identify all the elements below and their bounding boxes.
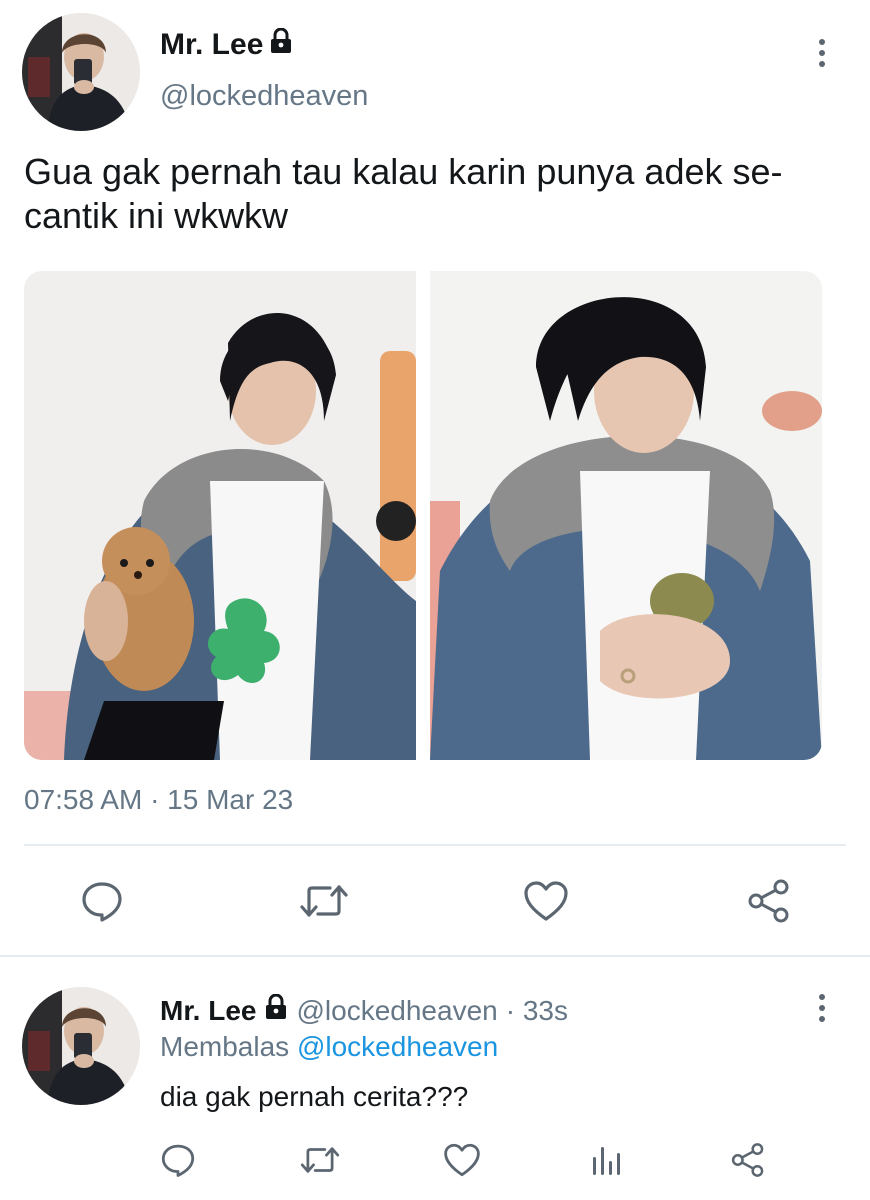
reply-header: Mr. Lee @lockedheaven · 33s — [160, 993, 568, 1027]
reply-icon — [82, 882, 122, 922]
tweet-timestamp[interactable]: 07:58 AM · 15 Mar 23 — [24, 784, 293, 816]
photo-man-holding-plush — [430, 271, 822, 760]
more-options-icon[interactable] — [816, 39, 828, 67]
reply-analytics-button[interactable] — [586, 1140, 626, 1180]
avatar-photo — [22, 13, 140, 131]
divider — [24, 844, 846, 846]
retweet-icon — [300, 1147, 340, 1173]
reply-author-avatar[interactable] — [22, 987, 140, 1105]
retweet-icon — [300, 885, 348, 917]
lock-icon — [264, 993, 288, 1027]
reply-share-button[interactable] — [728, 1140, 768, 1180]
tweet-photo-1[interactable] — [24, 271, 416, 760]
reply-author-name[interactable]: Mr. Lee — [160, 995, 256, 1027]
author-handle[interactable]: @lockedheaven — [160, 80, 368, 113]
share-button[interactable] — [744, 876, 794, 926]
analytics-icon — [593, 1147, 620, 1175]
retweet-button[interactable] — [296, 876, 352, 926]
divider — [0, 955, 870, 957]
author-name-label: Mr. Lee — [160, 28, 264, 61]
tweet-text: Gua gak pernah tau kalau karin punya ade… — [24, 151, 783, 236]
reply-time[interactable]: · 33s — [506, 995, 568, 1027]
replying-mention-link[interactable]: @lockedheaven — [297, 1031, 498, 1062]
reply-text: dia gak pernah cerita??? — [160, 1081, 469, 1112]
author-avatar[interactable] — [22, 13, 140, 131]
tweet-photo-2[interactable] — [430, 271, 822, 760]
share-icon — [731, 1143, 764, 1177]
reply-button[interactable] — [76, 876, 128, 926]
reply-icon — [161, 1144, 195, 1177]
reply-more-options-icon[interactable] — [816, 994, 828, 1022]
author-name[interactable]: Mr. Lee — [160, 27, 293, 62]
lock-icon — [269, 27, 293, 62]
share-icon — [748, 879, 789, 923]
reply-reply-button[interactable] — [158, 1140, 198, 1180]
like-icon — [444, 1143, 480, 1177]
reply-like-button[interactable] — [442, 1140, 482, 1180]
reply-author-handle[interactable]: @lockedheaven — [296, 995, 497, 1027]
replying-to: Membalas @lockedheaven — [160, 1031, 498, 1063]
like-button[interactable] — [520, 876, 572, 926]
like-icon — [524, 881, 568, 921]
avatar-photo — [22, 987, 140, 1105]
replying-prefix: Membalas — [160, 1031, 290, 1062]
photo-man-holding-toy-dog — [24, 271, 416, 760]
reply-retweet-button[interactable] — [298, 1140, 342, 1180]
